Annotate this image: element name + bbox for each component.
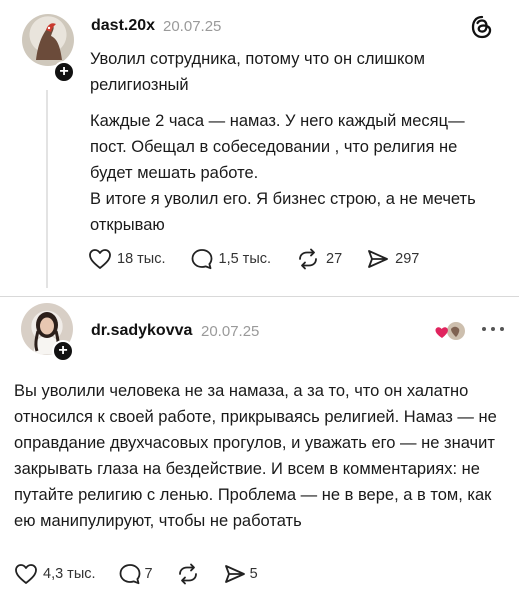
avatar[interactable] <box>22 14 74 66</box>
follow-plus-icon[interactable]: + <box>52 340 74 362</box>
post-actions: 18 тыс. 1,5 тыс. 27 297 <box>88 248 419 270</box>
heart-icon <box>89 249 111 269</box>
repost-count: 27 <box>326 251 343 267</box>
more-icon[interactable] <box>480 324 506 334</box>
like-count: 18 тыс. <box>117 251 166 267</box>
comment-count: 7 <box>144 566 153 582</box>
threads-logo-icon <box>471 15 492 39</box>
post-divider <box>0 296 519 297</box>
like-count: 4,3 тыс. <box>43 566 96 582</box>
reply-text: Вы уволили человека не за намаза, а за т… <box>14 382 497 530</box>
post-original: + dast.20x 20.07.25 Уволил сотрудника, п… <box>0 0 519 300</box>
follow-plus-icon[interactable]: + <box>53 61 75 83</box>
heart-icon <box>15 564 37 584</box>
comment-icon <box>191 249 212 270</box>
comment-icon <box>119 564 140 585</box>
share-button[interactable]: 5 <box>223 563 258 585</box>
repost-button[interactable] <box>175 563 201 585</box>
share-count: 297 <box>395 251 420 267</box>
share-count: 5 <box>249 566 258 582</box>
comment-button[interactable]: 7 <box>118 563 153 585</box>
username[interactable]: dr.sadykovva <box>91 322 192 340</box>
like-button[interactable]: 4,3 тыс. <box>14 563 96 585</box>
comment-count: 1,5 тыс. <box>218 251 272 267</box>
post-text-title: Уволил сотрудника, потому что он слишком… <box>90 50 425 94</box>
like-button[interactable]: 18 тыс. <box>88 248 166 270</box>
post-date: 20.07.25 <box>201 323 260 340</box>
post-actions: 4,3 тыс. 7 5 <box>14 563 258 585</box>
repost-icon <box>299 248 317 270</box>
share-button[interactable]: 297 <box>366 248 419 270</box>
post-date: 20.07.25 <box>163 18 222 35</box>
comment-button[interactable]: 1,5 тыс. <box>190 248 272 270</box>
repost-button[interactable]: 27 <box>295 248 342 270</box>
username[interactable]: dast.20x <box>91 17 155 35</box>
post-text-paragraph: Каждые 2 часа — намаз. У него каждый мес… <box>90 112 465 182</box>
repost-icon <box>178 563 197 585</box>
heart-avatar-icon <box>435 322 465 340</box>
avatar-image <box>36 23 62 60</box>
share-icon <box>224 565 245 583</box>
post-text-paragraph: В итоге я уволил его. Я бизнес строю, а … <box>90 190 476 234</box>
thread-line <box>46 90 48 288</box>
share-icon <box>368 250 389 268</box>
